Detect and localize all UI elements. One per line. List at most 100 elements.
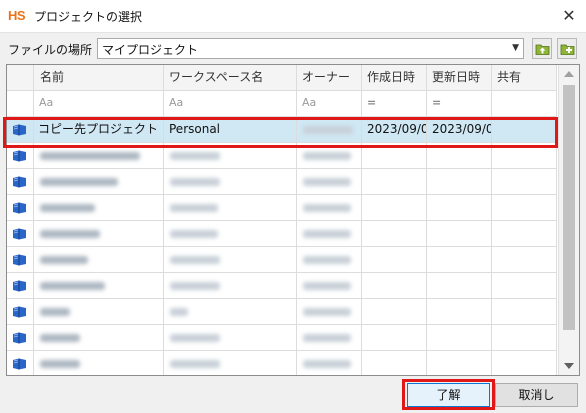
blurred-text [170, 282, 220, 290]
header-name[interactable]: 名前 [34, 65, 164, 90]
blurred-text [303, 334, 351, 342]
row-cell [492, 195, 557, 220]
header-created[interactable]: 作成日時 [362, 65, 427, 90]
table-row[interactable] [7, 195, 557, 221]
header-updated[interactable]: 更新日時 [427, 65, 492, 90]
row-cell [164, 195, 297, 220]
row-icon-cell [7, 351, 34, 375]
row-cell [427, 221, 492, 246]
book-icon [13, 332, 26, 344]
row-cell [297, 247, 362, 272]
blurred-text [170, 178, 220, 186]
blurred-text [40, 282, 105, 290]
row-icon-cell [7, 169, 34, 194]
row-cell [34, 247, 164, 272]
blurred-text [170, 230, 218, 238]
row-cell [362, 195, 427, 220]
close-button[interactable]: ✕ [558, 5, 580, 27]
row-cell [362, 325, 427, 350]
row-cell [492, 169, 557, 194]
blurred-text [40, 178, 118, 186]
scroll-down-icon[interactable] [564, 363, 574, 369]
row-cell [34, 325, 164, 350]
row-cell [492, 351, 557, 375]
filter-workspace[interactable]: Aa [164, 91, 297, 116]
table-row[interactable] [7, 169, 557, 195]
row-cell [34, 221, 164, 246]
blurred-text [170, 334, 220, 342]
table-row[interactable] [7, 299, 557, 325]
row-cell [297, 351, 362, 375]
row-icon-cell [7, 247, 34, 272]
blurred-text [40, 152, 140, 160]
book-icon [13, 176, 26, 188]
row-cell [362, 273, 427, 298]
scroll-thumb[interactable] [563, 85, 575, 330]
row-cell [164, 273, 297, 298]
row-cell [164, 247, 297, 272]
project-grid: 名前 ワークスペース名 オーナー 作成日時 更新日時 共有 Aa Aa Aa =… [6, 64, 580, 376]
blurred-text [170, 360, 220, 368]
row-cell [34, 195, 164, 220]
book-icon [13, 358, 26, 370]
row-cell [34, 299, 164, 324]
row-cell [427, 195, 492, 220]
row-cell [297, 325, 362, 350]
blurred-text [170, 256, 220, 264]
table-row[interactable] [7, 325, 557, 351]
blurred-text [303, 152, 351, 160]
row-cell [164, 325, 297, 350]
row-cell [297, 195, 362, 220]
title-bar: HS プロジェクトの選択 ✕ [0, 0, 586, 33]
new-folder-button[interactable] [557, 38, 577, 59]
blurred-text [40, 334, 80, 342]
table-row[interactable] [7, 351, 557, 375]
filter-updated[interactable]: = [427, 91, 492, 116]
vertical-scrollbar[interactable] [558, 65, 579, 375]
blurred-text [303, 360, 351, 368]
header-shared[interactable]: 共有 [492, 65, 557, 90]
row-cell [34, 273, 164, 298]
row-cell [164, 169, 297, 194]
blurred-text [40, 360, 80, 368]
highlight-ok-button [402, 379, 495, 410]
row-icon-cell [7, 221, 34, 246]
filter-owner[interactable]: Aa [297, 91, 362, 116]
blurred-text [303, 256, 351, 264]
blurred-text [170, 308, 188, 316]
book-icon [13, 228, 26, 240]
row-cell [297, 169, 362, 194]
table-row[interactable] [7, 247, 557, 273]
location-label: ファイルの場所 [8, 43, 93, 57]
location-dropdown[interactable]: マイプロジェクト ▼ [97, 38, 524, 59]
header-workspace[interactable]: ワークスペース名 [164, 65, 297, 90]
row-cell [164, 351, 297, 375]
blurred-text [40, 256, 88, 264]
cancel-button[interactable]: 取消し [495, 383, 578, 407]
filter-name[interactable]: Aa [34, 91, 164, 116]
filter-created[interactable]: = [362, 91, 427, 116]
highlight-selected-row [3, 117, 558, 148]
up-folder-button[interactable] [532, 38, 552, 59]
blurred-text [40, 204, 95, 212]
location-value: マイプロジェクト [102, 43, 199, 57]
blurred-text [303, 230, 351, 238]
header-owner[interactable]: オーナー [297, 65, 362, 90]
book-icon [13, 150, 26, 162]
row-cell [362, 221, 427, 246]
app-logo: HS [8, 8, 26, 23]
table-row[interactable] [7, 273, 557, 299]
row-cell [492, 325, 557, 350]
book-icon [13, 254, 26, 266]
scroll-up-icon[interactable] [564, 71, 574, 77]
book-icon [13, 280, 26, 292]
row-cell [427, 169, 492, 194]
row-cell [492, 299, 557, 324]
table-row[interactable] [7, 221, 557, 247]
blurred-text [303, 204, 351, 212]
chevron-down-icon[interactable]: ▼ [512, 43, 519, 53]
window-title: プロジェクトの選択 [34, 10, 143, 24]
book-icon [13, 202, 26, 214]
filter-icon-col [7, 91, 34, 116]
filter-shared[interactable] [492, 91, 557, 116]
